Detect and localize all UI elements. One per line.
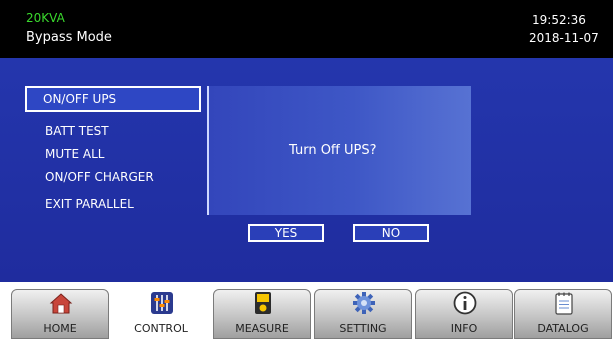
yes-button[interactable]: YES	[248, 224, 324, 242]
clock-time: 19:52:36	[532, 13, 586, 27]
clock-date: 2018-11-07	[529, 31, 599, 45]
tab-control[interactable]: CONTROL	[112, 289, 210, 339]
tab-label-datalog: DATALOG	[537, 322, 589, 335]
menu-item-batt-test[interactable]: BATT TEST	[45, 124, 109, 138]
status-header: 20KVA Bypass Mode 19:52:36 2018-11-07	[0, 0, 613, 58]
tab-home[interactable]: HOME	[11, 289, 109, 339]
gear-icon	[353, 292, 375, 314]
ups-model-label: 20KVA	[26, 11, 65, 25]
confirm-dialog: Turn Off UPS?	[207, 86, 471, 215]
tab-label-measure: MEASURE	[235, 322, 289, 335]
tab-label-home: HOME	[43, 322, 77, 335]
operating-mode-label: Bypass Mode	[26, 30, 112, 45]
meter-icon	[255, 292, 271, 314]
tab-datalog[interactable]: DATALOG	[514, 289, 612, 339]
menu-item-on-off-charger[interactable]: ON/OFF CHARGER	[45, 170, 154, 184]
tab-info[interactable]: INFO	[415, 289, 513, 339]
info-icon	[453, 291, 477, 315]
tab-label-setting: SETTING	[339, 322, 387, 335]
bottom-nav: HOME CONTROL MEASURE SETTING INFO DATALO…	[0, 282, 613, 342]
tab-setting[interactable]: SETTING	[314, 289, 412, 339]
no-button[interactable]: NO	[353, 224, 429, 242]
dialog-message: Turn Off UPS?	[289, 143, 377, 158]
notepad-icon	[555, 292, 573, 315]
tab-label-control: CONTROL	[134, 322, 188, 335]
home-icon	[49, 293, 73, 314]
control-panel: ON/OFF UPS BATT TEST MUTE ALL ON/OFF CHA…	[0, 58, 613, 282]
control-sliders-icon	[151, 292, 173, 314]
tab-measure[interactable]: MEASURE	[213, 289, 311, 339]
menu-item-mute-all[interactable]: MUTE ALL	[45, 147, 104, 161]
menu-item-on-off-ups[interactable]: ON/OFF UPS	[25, 86, 201, 112]
menu-item-exit-parallel[interactable]: EXIT PARALLEL	[45, 197, 134, 211]
tab-label-info: INFO	[450, 322, 478, 335]
